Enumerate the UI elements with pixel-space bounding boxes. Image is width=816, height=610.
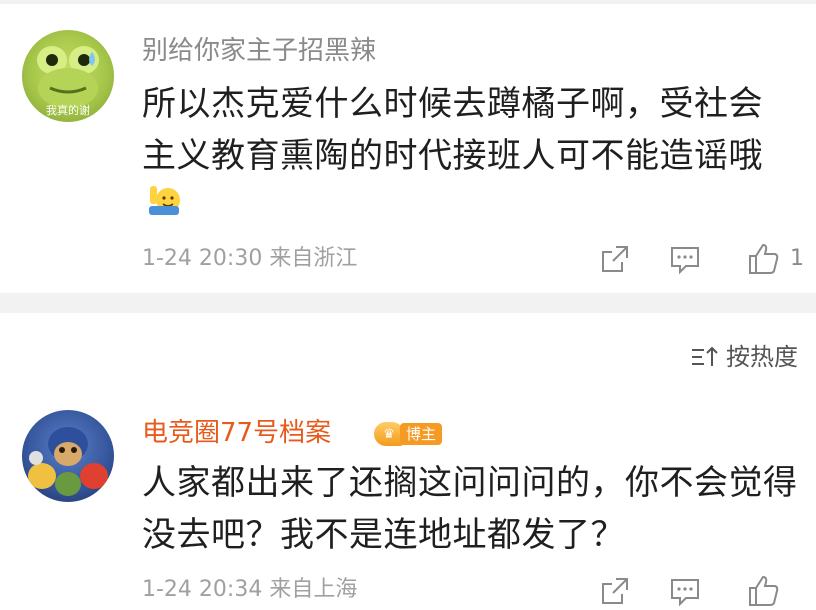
section-divider	[0, 293, 816, 313]
comment-icon[interactable]	[668, 242, 702, 276]
comment-line: 没去吧？我不是连地址都发了？	[142, 515, 625, 555]
svg-text:我真的谢: 我真的谢	[46, 103, 90, 117]
comment-text: 所以杰克爱什么时候去蹲橘子啊，受社会 主义教育熏陶的时代接班人可不能造谣哦	[142, 78, 802, 182]
sort-bar[interactable]: 按热度	[0, 334, 816, 378]
share-icon[interactable]	[598, 574, 632, 608]
comment-item: 我真的谢 别给你家主子招黑辣 所以杰克爱什么时候去蹲橘子啊，受社会 主义教育熏陶…	[0, 4, 816, 293]
sort-label[interactable]: 按热度	[726, 342, 798, 372]
username[interactable]: 电竞圈77号档案	[142, 418, 331, 448]
thumbs-up-icon[interactable]	[746, 242, 780, 276]
comment-line: 所以杰克爱什么时候去蹲橘子啊，受社会	[142, 84, 763, 124]
raised-hand-emoji	[146, 180, 184, 218]
comment-item: 电竞圈77号档案 ♛ 博主 人家都出来了还搁这问问问的，你不会觉得 没去吧？我不…	[0, 400, 816, 610]
like-count: 1	[790, 246, 804, 271]
comment-icon[interactable]	[668, 574, 702, 608]
avatar[interactable]: 我真的谢	[22, 30, 114, 122]
comment-line: 人家都出来了还搁这问问问的，你不会觉得	[142, 463, 798, 503]
comment-text: 人家都出来了还搁这问问问的，你不会觉得 没去吧？我不是连地址都发了？	[142, 457, 802, 561]
comment-line: 主义教育熏陶的时代接班人可不能造谣哦	[142, 136, 763, 176]
comment-actions: 1	[0, 238, 816, 278]
blogger-badge: ♛ 博主	[374, 420, 442, 448]
comment-actions	[0, 570, 816, 610]
share-icon[interactable]	[598, 242, 632, 276]
avatar[interactable]	[22, 410, 114, 502]
badge-label: 博主	[400, 423, 442, 445]
sort-icon[interactable]	[690, 344, 720, 370]
username[interactable]: 别给你家主子招黑辣	[142, 36, 376, 66]
thumbs-up-icon[interactable]	[746, 574, 780, 608]
